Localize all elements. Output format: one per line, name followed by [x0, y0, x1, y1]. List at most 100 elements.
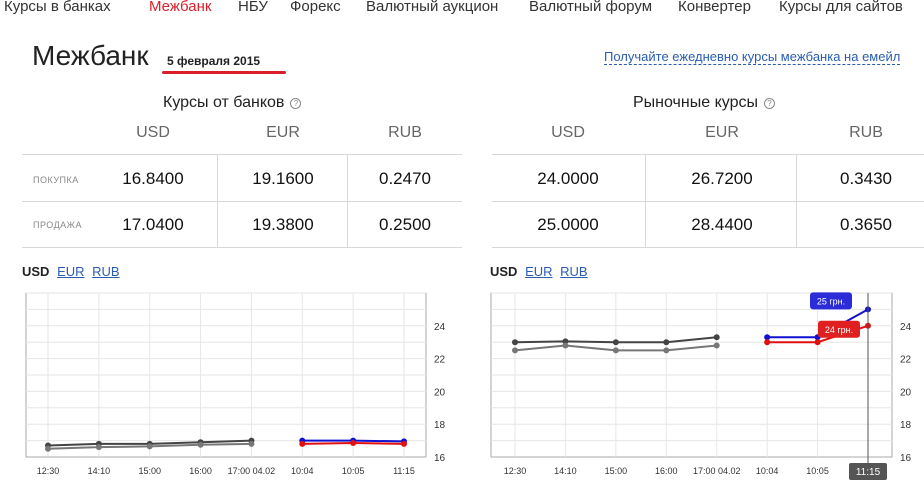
- x-tick-label: 16:00: [655, 466, 678, 476]
- data-point: [663, 347, 670, 354]
- tab-usd[interactable]: USD: [22, 264, 49, 279]
- market-col-usd: USD: [551, 124, 585, 141]
- nav-item-forex[interactable]: Форекс: [290, 0, 341, 15]
- x-tick-label: 10:05: [806, 466, 829, 476]
- nav-item-interbank[interactable]: Межбанк: [149, 0, 211, 15]
- divider: [22, 154, 462, 155]
- tab-eur[interactable]: EUR: [525, 264, 552, 279]
- market-sell-rub: 0.3650: [840, 215, 892, 234]
- x-tick-label: 16:00: [189, 466, 212, 476]
- bank-buy-eur: 19.1600: [252, 169, 314, 188]
- market-rates-title-text: Рыночные курсы: [633, 94, 758, 111]
- value-annotation: 24 грн.: [825, 325, 853, 335]
- nav-item-banks[interactable]: Курсы в банках: [4, 0, 111, 15]
- bank-sell-usd: 17.0400: [122, 215, 184, 234]
- market-buy-usd: 24.0000: [537, 169, 599, 188]
- nav-item-nbu[interactable]: НБУ: [238, 0, 268, 15]
- x-tick-label: 11:15: [393, 466, 415, 476]
- divider: [492, 154, 924, 155]
- row-label-sell: ПРОДАЖА: [33, 220, 82, 230]
- y-tick-label: 20: [434, 387, 446, 398]
- data-point: [146, 443, 153, 450]
- x-tick-label: 10:05: [342, 466, 365, 476]
- x-tick-label: 12:30: [37, 466, 60, 476]
- nav-item-converter[interactable]: Конвертер: [678, 0, 751, 15]
- bank-rates-title: Курсы от банков?: [163, 94, 302, 112]
- data-point: [512, 347, 518, 354]
- data-point: [197, 441, 204, 448]
- x-tick-label: 15:00: [138, 466, 161, 476]
- date-selector[interactable]: 5 февраля 2015: [167, 54, 260, 68]
- x-tick-label: 17:00 04.02: [228, 466, 276, 476]
- market-col-rub: RUB: [849, 124, 883, 141]
- market-rates-title: Рыночные курсы?: [633, 94, 775, 112]
- data-point: [562, 342, 569, 349]
- data-point: [95, 444, 102, 451]
- market-col-eur: EUR: [705, 124, 739, 141]
- x-tick-label: 14:10: [88, 466, 111, 476]
- data-point: [713, 334, 720, 341]
- bank-rates-chart[interactable]: 16 18 20 22 24 12:30 14:10 15:00 16:00 17:00 04.0…: [0, 285, 462, 494]
- chart-tabs-right: USD EUR RUB: [490, 264, 592, 279]
- divider: [217, 155, 218, 247]
- bank-col-eur: EUR: [266, 124, 300, 141]
- data-point: [299, 440, 306, 447]
- bank-buy-rub: 0.2470: [379, 169, 431, 188]
- market-sell-eur: 28.4400: [691, 215, 753, 234]
- market-buy-eur: 26.7200: [691, 169, 753, 188]
- y-tick-label: 16: [434, 453, 446, 464]
- help-icon[interactable]: ?: [290, 98, 302, 109]
- y-tick-label: 22: [900, 355, 912, 366]
- data-point: [401, 440, 407, 447]
- data-point: [45, 445, 51, 452]
- top-nav: Курсы в банках Межбанк НБУ Форекс Валютн…: [0, 0, 924, 20]
- row-label-buy: ПОКУПКА: [33, 175, 79, 185]
- divider: [796, 155, 797, 247]
- tab-eur[interactable]: EUR: [57, 264, 84, 279]
- x-tick-label: 10:04: [291, 466, 314, 476]
- divider: [645, 155, 646, 247]
- tab-usd[interactable]: USD: [490, 264, 517, 279]
- nav-item-auction[interactable]: Валютный аукцион: [366, 0, 498, 15]
- bank-rates-title-text: Курсы от банков: [163, 94, 285, 111]
- nav-item-forum[interactable]: Валютный форум: [529, 0, 652, 15]
- y-tick-label: 24: [900, 322, 912, 333]
- data-point: [814, 339, 821, 346]
- x-tick-label: 17:00 04.02: [693, 466, 741, 476]
- y-tick-label: 18: [900, 420, 912, 431]
- nav-item-for-sites[interactable]: Курсы для сайтов: [779, 0, 903, 15]
- x-tick-label: 14:10: [554, 466, 577, 476]
- y-tick-label: 22: [434, 355, 446, 366]
- tab-rub[interactable]: RUB: [560, 264, 587, 279]
- x-tick-label: 10:04: [756, 466, 779, 476]
- crosshair-label: 11:15: [856, 467, 881, 478]
- data-point: [663, 339, 670, 346]
- data-point: [350, 440, 357, 447]
- x-tick-label: 15:00: [605, 466, 628, 476]
- data-point: [612, 347, 619, 354]
- data-point: [248, 440, 255, 447]
- bank-buy-usd: 16.8400: [122, 169, 184, 188]
- data-point: [764, 339, 771, 346]
- market-rates-chart[interactable]: 16 18 20 22 24 12:30 14:10 15:00 16:00 17:00 04.0…: [462, 285, 924, 494]
- help-icon[interactable]: ?: [763, 98, 775, 109]
- subscribe-link[interactable]: Получайте ежедневно курсы межбанка на ем…: [604, 49, 901, 65]
- x-tick-label: 12:30: [504, 466, 527, 476]
- bank-sell-eur: 19.3800: [252, 215, 314, 234]
- page-title: Межбанк: [32, 40, 149, 71]
- market-buy-rub: 0.3430: [840, 169, 892, 188]
- bank-col-usd: USD: [136, 124, 170, 141]
- tab-rub[interactable]: RUB: [92, 264, 119, 279]
- chart-tabs-left: USD EUR RUB: [22, 264, 124, 279]
- data-point: [512, 339, 518, 346]
- y-tick-label: 18: [434, 420, 446, 431]
- value-annotation: 25 грн.: [817, 296, 845, 306]
- market-sell-usd: 25.0000: [537, 215, 599, 234]
- bank-col-rub: RUB: [388, 124, 422, 141]
- data-point: [713, 342, 720, 349]
- y-tick-label: 16: [900, 453, 912, 464]
- date-underline: [162, 71, 286, 74]
- data-point: [612, 339, 619, 346]
- y-tick-label: 20: [900, 387, 912, 398]
- y-tick-label: 24: [434, 322, 446, 333]
